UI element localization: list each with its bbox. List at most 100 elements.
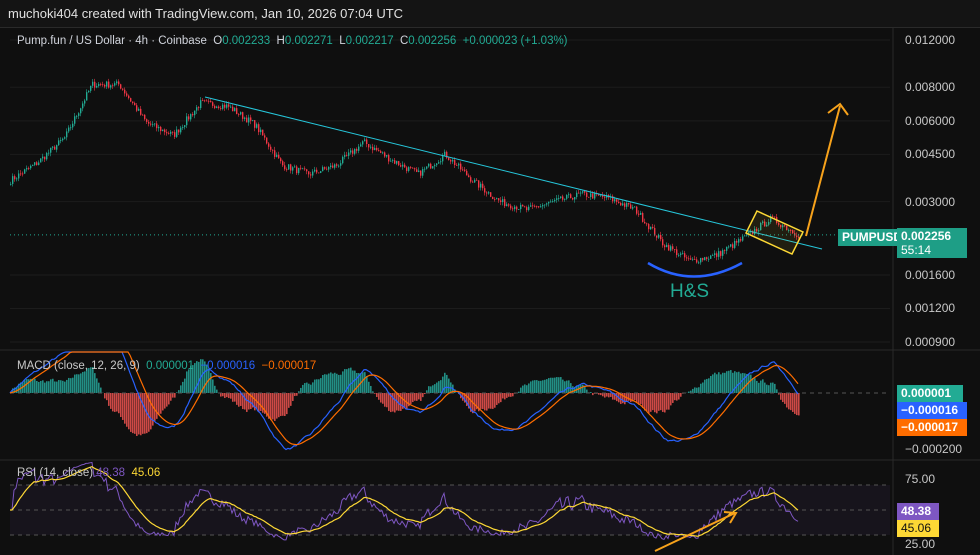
rsi-axis-25: 25.00 [905, 537, 936, 551]
candle [494, 199, 496, 200]
candle [178, 129, 180, 133]
candle [680, 253, 682, 255]
candle [496, 198, 498, 200]
candle [688, 258, 690, 260]
candle [616, 199, 618, 202]
macd-histogram-bar [232, 393, 234, 402]
macd-histogram-bar [724, 372, 726, 393]
macd-histogram-bar [78, 374, 80, 393]
candle [430, 163, 432, 169]
macd-histogram-bar [158, 393, 160, 416]
macd-histogram-bar [44, 382, 46, 393]
candle [10, 183, 12, 185]
candle [492, 196, 494, 200]
candle [480, 183, 482, 188]
candle [722, 250, 724, 256]
candle [772, 215, 774, 217]
macd-histogram-bar [648, 393, 650, 414]
candle [66, 131, 68, 138]
macd-histogram-bar [786, 393, 788, 408]
candle [272, 149, 274, 151]
macd-histogram-bar [790, 393, 792, 411]
candle [470, 177, 472, 182]
macd-histogram-bar [280, 393, 282, 417]
candle [128, 95, 130, 99]
macd-histogram-bar [220, 393, 222, 397]
candle [176, 129, 178, 137]
candle [20, 173, 22, 175]
candle [238, 113, 240, 115]
candle [508, 204, 510, 206]
candle [370, 146, 372, 148]
candle [622, 203, 624, 206]
candle [122, 88, 124, 90]
candle [64, 137, 66, 139]
candle [28, 168, 30, 169]
attribution-bar: muchoki404 created with TradingView.com,… [0, 0, 980, 28]
candle [266, 137, 268, 144]
macd-histogram-bar [42, 380, 44, 393]
candle [330, 165, 332, 168]
candle [344, 155, 346, 157]
candle [442, 155, 444, 162]
price-axis-label: 0.004500 [905, 147, 956, 162]
candle [172, 131, 174, 133]
macd-histogram-bar [184, 378, 186, 393]
candle [392, 160, 394, 162]
macd-histogram-bar [506, 393, 508, 398]
candle [36, 162, 38, 166]
macd-histogram-bar [474, 393, 476, 412]
candle [394, 160, 396, 164]
macd-histogram-bar [128, 393, 130, 430]
candle [134, 102, 136, 106]
macd-histogram-bar [508, 393, 510, 397]
candle [26, 168, 28, 170]
candle [56, 145, 58, 150]
macd-histogram-bar [658, 393, 660, 411]
candle [378, 150, 380, 152]
candle [738, 239, 740, 243]
macd-histogram-bar [230, 393, 232, 399]
macd-histogram-bar [510, 393, 512, 397]
candle [190, 114, 192, 120]
candle [138, 108, 140, 111]
rsi-title: RSI (14, close) [17, 467, 94, 479]
macd-histogram-bar [276, 393, 278, 419]
candle [684, 253, 686, 258]
macd-histogram-bar [788, 393, 790, 410]
candle [106, 81, 108, 87]
macd-histogram-bar [166, 393, 168, 407]
macd-histogram-bar [720, 374, 722, 393]
candle [326, 168, 328, 170]
candle [532, 205, 534, 207]
candle [386, 155, 388, 157]
candle [22, 173, 24, 175]
macd-histogram-bar [366, 376, 368, 393]
macd-histogram-bar [336, 373, 338, 393]
macd-histogram-bar [300, 387, 302, 393]
candle [734, 240, 736, 248]
macd-histogram-bar [96, 378, 98, 393]
candle [730, 244, 732, 247]
candle [196, 107, 198, 111]
candle [652, 226, 654, 228]
macd-histogram-bar [496, 393, 498, 405]
macd-histogram-bar [326, 374, 328, 393]
candle [270, 146, 272, 150]
macd-histogram-bar [364, 372, 366, 393]
candle [518, 209, 520, 210]
macd-histogram-bar [174, 393, 176, 398]
price-axis-label: 0.003000 [905, 194, 956, 209]
candle [548, 201, 550, 204]
candle [540, 206, 542, 208]
candle [530, 205, 532, 207]
candle [142, 114, 144, 116]
candle [144, 114, 146, 120]
macd-histogram-bar [156, 393, 158, 419]
candle [458, 163, 460, 166]
candle [398, 161, 400, 166]
macd-histogram-bar [590, 392, 592, 393]
macd-histogram-bar [286, 393, 288, 415]
macd-histogram-bar [708, 378, 710, 393]
candle [554, 199, 556, 202]
